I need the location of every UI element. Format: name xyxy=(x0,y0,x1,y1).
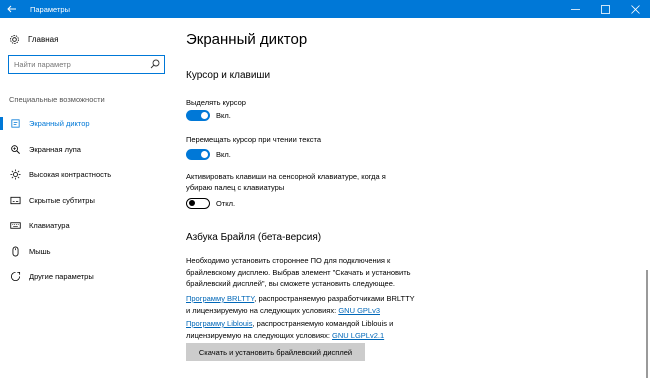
sidebar-item-narrator[interactable]: Экранный диктор xyxy=(0,111,170,137)
brltty-license-link[interactable]: GNU GPLv3 xyxy=(338,306,380,315)
sidebar-item-label: Высокая контрастность xyxy=(29,170,112,180)
cursor-section-title: Курсор и клавиши xyxy=(186,70,271,81)
sidebar-item-keyboard[interactable]: Клавиатура xyxy=(0,213,170,239)
title-bar: Параметры xyxy=(0,0,650,18)
braille-description-line: Необходимо установить стороннее ПО для п… xyxy=(186,256,391,265)
scrollbar[interactable] xyxy=(646,270,648,378)
sidebar-item-captions[interactable]: Скрытые субтитры xyxy=(0,188,170,214)
minimize-icon xyxy=(570,8,580,10)
brltty-text: , распространяемую разработчиками BRLTTY xyxy=(254,294,415,303)
sidebar-nav: Экранный диктор Экранная лупа Высокая ко… xyxy=(0,111,170,290)
braille-section-title: Азбука Брайля (бета-версия) xyxy=(186,232,322,243)
window-title: Параметры xyxy=(30,4,70,14)
sidebar-item-other-options[interactable]: Другие параметры xyxy=(0,264,170,290)
page-title: Экранный диктор xyxy=(186,31,308,48)
touch-keyboard-setting: Откл. xyxy=(186,198,235,209)
brltty-license-text: и лицензируемую на следующих условиях: xyxy=(186,305,337,315)
captions-icon xyxy=(9,194,21,206)
search-icon[interactable] xyxy=(150,59,160,69)
move-cursor-setting: Вкл. xyxy=(186,149,231,160)
close-button[interactable] xyxy=(620,0,650,18)
sidebar-item-magnifier[interactable]: Экранная лупа xyxy=(0,137,170,163)
sidebar-item-mouse[interactable]: Мышь xyxy=(0,239,170,265)
touch-keyboard-label-line1: Активировать клавиши на сенсорной клавиа… xyxy=(186,172,386,181)
liblouis-link[interactable]: Программу Liblouis xyxy=(186,319,252,328)
braille-description-line: брайлевскому дисплею. Выбрав элемент "Ск… xyxy=(186,267,411,277)
mouse-icon xyxy=(9,245,21,257)
sidebar-item-label: Клавиатура xyxy=(29,221,70,231)
liblouis-text: , распространяемую командой Liblouis и xyxy=(252,319,394,328)
minimize-button[interactable] xyxy=(560,0,590,18)
home-nav-item[interactable]: Главная xyxy=(9,34,58,45)
liblouis-license-link[interactable]: GNU LGPLv2.1 xyxy=(332,331,384,340)
close-icon xyxy=(630,4,640,14)
gear-icon xyxy=(10,35,19,44)
download-braille-button[interactable]: Скачать и установить брайлевский дисплей xyxy=(186,343,365,361)
search-input[interactable]: Найти параметр xyxy=(8,55,165,74)
back-arrow-icon xyxy=(7,5,16,13)
liblouis-paragraph: Программу Liblouis, распространяемую ком… xyxy=(186,318,456,341)
sidebar-item-label: Мышь xyxy=(29,246,51,256)
highlight-cursor-setting: Вкл. xyxy=(186,110,231,121)
keyboard-icon xyxy=(9,220,21,232)
highlight-cursor-toggle[interactable] xyxy=(186,110,210,121)
other-options-icon xyxy=(9,271,21,283)
sidebar-item-label: Другие параметры xyxy=(29,272,94,282)
sidebar: Главная Найти параметр Специальные возмо… xyxy=(0,18,170,382)
maximize-button[interactable] xyxy=(590,0,620,18)
braille-description-line: брайлевский дисплей", вы сможете установ… xyxy=(186,279,395,288)
home-label: Главная xyxy=(28,35,59,44)
toggle-state: Откл. xyxy=(216,199,236,208)
sidebar-item-label: Экранный диктор xyxy=(29,119,90,129)
highlight-cursor-label: Выделять курсор xyxy=(186,98,246,107)
touch-keyboard-toggle[interactable] xyxy=(186,198,210,209)
sidebar-section-header: Специальные возможности xyxy=(9,95,105,104)
sidebar-item-label: Скрытые субтитры xyxy=(29,195,95,205)
toggle-state: Вкл. xyxy=(216,150,231,159)
liblouis-license-text: лицензируемую на следующих условиях: xyxy=(186,330,330,340)
main-content: Экранный диктор Курсор и клавиши Выделят… xyxy=(186,18,636,382)
move-cursor-label: Перемещать курсор при чтении текста xyxy=(186,135,321,144)
brltty-paragraph: Программу BRLTTY, распространяемую разра… xyxy=(186,293,456,316)
search-placeholder: Найти параметр xyxy=(14,60,71,69)
move-cursor-toggle[interactable] xyxy=(186,149,210,160)
sidebar-item-label: Экранная лупа xyxy=(29,144,81,154)
touch-keyboard-label-line2: убираю палец с клавиатуры xyxy=(186,183,285,192)
maximize-icon xyxy=(600,4,610,14)
magnifier-icon xyxy=(9,143,21,155)
sidebar-item-high-contrast[interactable]: Высокая контрастность xyxy=(0,162,170,188)
brltty-link[interactable]: Программу BRLTTY xyxy=(186,294,254,303)
braille-description: Необходимо установить стороннее ПО для п… xyxy=(186,255,436,290)
contrast-icon xyxy=(9,169,21,181)
toggle-state: Вкл. xyxy=(216,111,231,120)
back-button[interactable] xyxy=(0,0,24,18)
narrator-icon xyxy=(9,118,21,130)
